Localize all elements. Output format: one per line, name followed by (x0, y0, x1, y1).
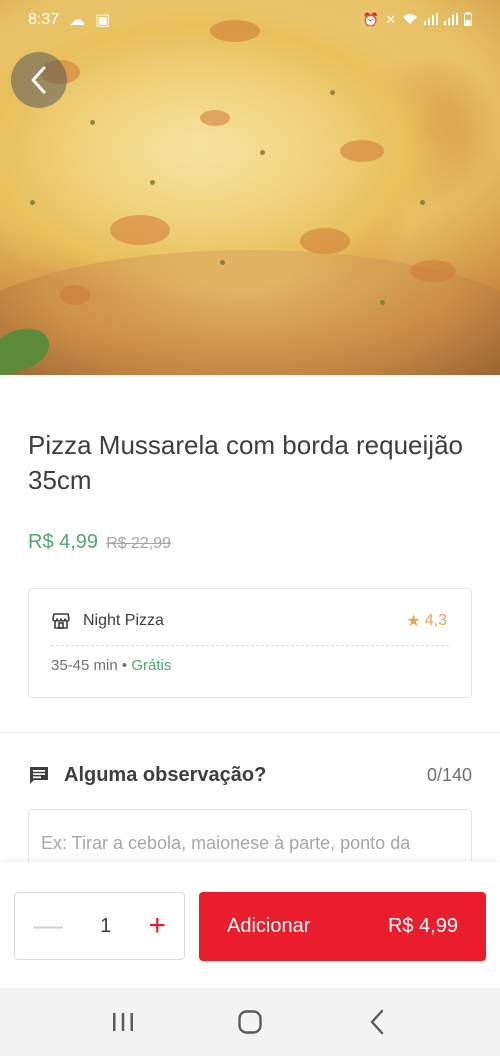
star-icon: ★ (406, 613, 421, 630)
home-button[interactable] (225, 1002, 275, 1042)
product-title: Pizza Mussarela com borda requeijão 35cm (28, 430, 463, 495)
store-divider (51, 645, 449, 646)
mute-icon: ✕ (385, 12, 396, 27)
add-button-price: R$ 4,99 (387, 915, 458, 937)
add-button-label: Adicionar (227, 915, 311, 937)
back-nav-button[interactable] (352, 1002, 402, 1042)
cloud-icon: ☁ (69, 12, 86, 29)
signal-icon (424, 12, 438, 28)
section-divider (0, 732, 500, 733)
home-icon (238, 1010, 262, 1034)
delivery-separator: • (121, 657, 128, 674)
product-image: 8:37 ☁ ▣ ⏰ ✕ (0, 0, 500, 375)
system-nav-bar (0, 988, 500, 1056)
decrement-button[interactable]: — (33, 909, 63, 943)
observation-counter: 0/140 (426, 765, 472, 785)
price-row: R$ 4,99 R$ 22,99 (28, 531, 171, 554)
status-time: 8:37 (28, 11, 60, 28)
chevron-left-icon (31, 66, 46, 94)
store-rating: ★ 4,3 (406, 611, 447, 631)
price-old: R$ 22,99 (106, 535, 171, 552)
signal-icon-2 (444, 12, 458, 28)
delivery-fee: Grátis (131, 657, 172, 674)
recent-apps-button[interactable] (98, 1002, 148, 1042)
observation-header: Alguma observação? 0/140 (28, 764, 472, 787)
increment-button[interactable]: + (148, 909, 166, 943)
add-to-cart-button[interactable]: Adicionar R$ 4,99 (199, 892, 486, 961)
delivery-info: 35-45 min • Grátis (51, 657, 171, 674)
observation-label: Alguma observação? (64, 764, 267, 786)
back-nav-icon (370, 1009, 383, 1035)
comment-icon (30, 766, 48, 784)
price-current: R$ 4,99 (28, 531, 99, 553)
delivery-time: 35-45 min (51, 657, 118, 674)
bottom-action-bar: — 1 + Adicionar R$ 4,99 (0, 862, 500, 988)
store-card[interactable]: Night Pizza ★ 4,3 35-45 min • Grátis (28, 588, 472, 698)
store-name: Night Pizza (83, 612, 164, 629)
back-button[interactable] (11, 52, 67, 108)
status-bar: 8:37 ☁ ▣ ⏰ ✕ (0, 0, 500, 40)
quantity-value: 1 (100, 914, 112, 937)
store-icon (52, 613, 70, 629)
wifi-icon (402, 13, 418, 28)
rating-value: 4,3 (424, 612, 447, 629)
battery-icon (464, 11, 472, 29)
notification-icon: ▣ (95, 12, 111, 29)
quantity-stepper: — 1 + (14, 892, 185, 960)
alarm-icon: ⏰ (362, 12, 380, 27)
recent-apps-icon (113, 1013, 134, 1031)
